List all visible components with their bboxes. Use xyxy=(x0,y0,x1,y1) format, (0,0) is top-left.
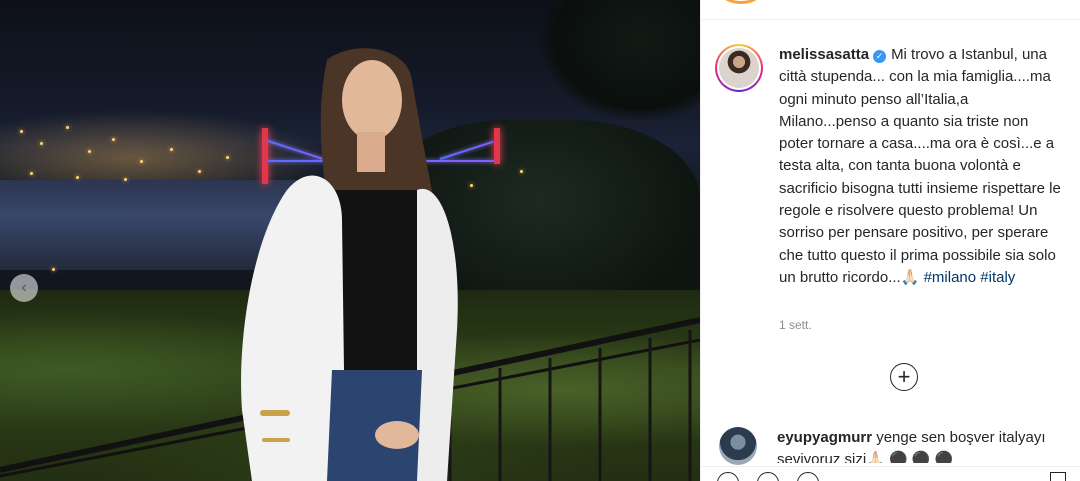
city-light xyxy=(140,160,143,163)
city-light xyxy=(40,142,43,145)
action-bar xyxy=(717,472,819,481)
verified-badge-icon: ✓ xyxy=(873,50,887,63)
commenter-avatar[interactable] xyxy=(719,427,757,465)
header-avatar-ring-fragment xyxy=(721,0,761,4)
city-light xyxy=(124,178,127,181)
carousel-prev-button[interactable]: ‹ xyxy=(10,274,38,302)
city-light xyxy=(520,170,523,173)
actions-divider xyxy=(701,466,1080,467)
share-icon[interactable] xyxy=(797,472,819,481)
comment-item: eyupyagmurr yenge sen boşver italyayı se… xyxy=(719,427,1074,465)
city-light xyxy=(20,130,23,133)
hashtag-italy[interactable]: #italy xyxy=(980,269,1015,286)
commenter-username[interactable]: eyupyagmurr xyxy=(777,429,872,446)
caption-block: melissasatta ✓ Mi trovo a Istanbul, una ci… xyxy=(715,44,1075,289)
city-light xyxy=(52,268,55,271)
avatar-inner xyxy=(717,46,761,90)
like-heart-icon[interactable] xyxy=(717,472,739,481)
city-light xyxy=(112,138,115,141)
load-more-comments-button[interactable]: + xyxy=(890,363,918,391)
avatar-photo xyxy=(719,48,759,88)
city-light xyxy=(198,170,201,173)
post-photo: ‹ xyxy=(0,0,700,481)
city-light xyxy=(66,126,69,129)
woman-figure xyxy=(241,48,458,481)
tree-silhouette xyxy=(540,0,700,120)
bridge-tower-right xyxy=(494,128,500,164)
author-avatar[interactable] xyxy=(715,44,763,92)
post-timestamp[interactable]: 1 sett. xyxy=(779,318,812,332)
city-light xyxy=(76,176,79,179)
author-username[interactable]: melissasatta xyxy=(779,46,869,63)
city-light xyxy=(88,150,91,153)
city-light xyxy=(226,156,229,159)
bookmark-icon[interactable] xyxy=(1050,472,1066,481)
comment-text: eyupyagmurr yenge sen boşver italyayı se… xyxy=(777,427,1067,463)
comment-bubble-icon[interactable] xyxy=(757,472,779,481)
hashtag-milano[interactable]: #milano xyxy=(924,269,977,286)
caption-text: melissasatta ✓ Mi trovo a Istanbul, una ci… xyxy=(779,44,1064,289)
caption-body: Mi trovo a Istanbul, una città stupenda.… xyxy=(779,46,1061,286)
city-light xyxy=(30,172,33,175)
header-divider xyxy=(701,19,1080,20)
post-side-panel: melissasatta ✓ Mi trovo a Istanbul, una ci… xyxy=(700,0,1080,481)
city-light xyxy=(170,148,173,151)
